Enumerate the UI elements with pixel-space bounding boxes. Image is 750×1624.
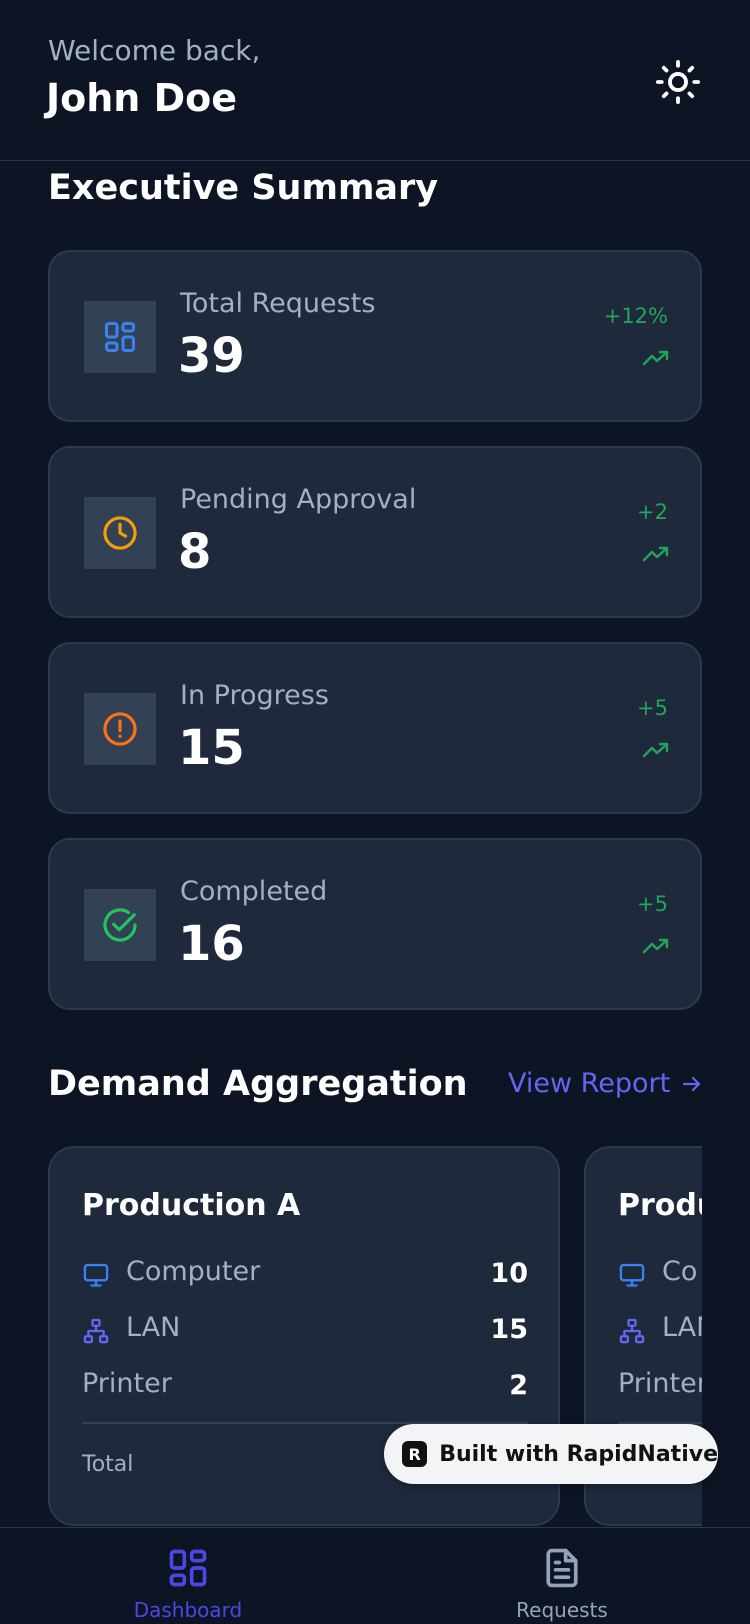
row-value: 15 [490, 1314, 528, 1345]
stat-label: Pending Approval [180, 484, 417, 515]
built-with-badge[interactable]: R Built with RapidNative [384, 1424, 718, 1484]
stat-card-total-requests[interactable]: Total Requests 39 +12% [48, 250, 702, 422]
network-icon [619, 1318, 645, 1344]
bottom-nav: Dashboard Requests [0, 1527, 750, 1624]
app-root: Welcome back, John Doe Executive Summary [0, 0, 750, 1624]
demand-row-printer: Printer [618, 1366, 702, 1406]
view-report-label: View Report [508, 1068, 671, 1099]
stat-card-in-progress[interactable]: In Progress 15 +5 [48, 642, 702, 814]
stat-card-pending-approval[interactable]: Pending Approval 8 +2 [48, 446, 702, 618]
dashboard-icon [169, 1549, 207, 1587]
stat-delta: +12% [603, 304, 668, 328]
stat-delta: +5 [637, 892, 668, 916]
demand-row-lan: LAN 15 [82, 1310, 528, 1350]
greeting-text: Welcome back, [48, 34, 261, 67]
check-circle-icon [103, 908, 137, 942]
stat-delta: +5 [637, 696, 668, 720]
stat-delta: +2 [637, 500, 668, 524]
demand-row-printer: Printer 2 [82, 1366, 528, 1406]
stat-label: Completed [180, 876, 328, 907]
nav-label: Dashboard [133, 1598, 243, 1622]
row-label: Computer [126, 1256, 261, 1287]
nav-label: Requests [516, 1598, 608, 1622]
trending-up-icon [642, 938, 669, 954]
row-value: 10 [490, 1258, 528, 1289]
stat-icon-box [84, 301, 156, 373]
clock-icon [103, 516, 137, 550]
row-label: Co [662, 1256, 698, 1287]
stat-label: In Progress [180, 680, 329, 711]
stat-value: 39 [178, 328, 245, 384]
view-report-link[interactable]: View Report [508, 1068, 704, 1099]
badge-text: Built with RapidNative [439, 1441, 718, 1467]
trending-up-icon [642, 742, 669, 758]
demand-row-lan: LAN [618, 1310, 702, 1350]
trending-up-icon [642, 546, 669, 562]
row-label: Printer [618, 1368, 702, 1399]
row-label: LAN [126, 1312, 181, 1343]
row-value: 2 [509, 1370, 528, 1401]
demand-row-computer: Co [618, 1254, 702, 1294]
production-title: Production A [82, 1188, 301, 1223]
production-title: Produ [618, 1188, 702, 1223]
sun-icon [655, 59, 701, 105]
demand-row-computer: Computer 10 [82, 1254, 528, 1294]
network-icon [83, 1318, 109, 1344]
header: Welcome back, John Doe [0, 0, 750, 161]
stat-icon-box [84, 497, 156, 569]
stat-value: 15 [178, 720, 245, 776]
executive-summary-title: Executive Summary [48, 168, 439, 208]
trending-up-icon [642, 350, 669, 366]
nav-tab-requests[interactable]: Requests [462, 1546, 662, 1622]
document-icon [546, 1548, 578, 1588]
stat-value: 8 [178, 524, 212, 580]
grid-icon [105, 322, 135, 352]
row-label: LAN [662, 1312, 702, 1343]
user-name: John Doe [46, 76, 238, 120]
nav-tab-dashboard[interactable]: Dashboard [88, 1546, 288, 1622]
row-label: Printer [82, 1368, 172, 1399]
arrow-right-icon [683, 1076, 701, 1091]
stat-icon-box [84, 693, 156, 765]
alert-circle-icon [103, 712, 137, 746]
theme-toggle-button[interactable] [652, 56, 704, 108]
stat-icon-box [84, 889, 156, 961]
monitor-icon [83, 1263, 109, 1287]
demand-aggregation-title: Demand Aggregation [48, 1064, 468, 1104]
stat-label: Total Requests [180, 288, 376, 319]
stat-card-completed[interactable]: Completed 16 +5 [48, 838, 702, 1010]
stat-value: 16 [178, 916, 245, 972]
rapidnative-logo-icon: R [402, 1441, 428, 1467]
total-label: Total [82, 1452, 134, 1477]
monitor-icon [619, 1263, 645, 1287]
